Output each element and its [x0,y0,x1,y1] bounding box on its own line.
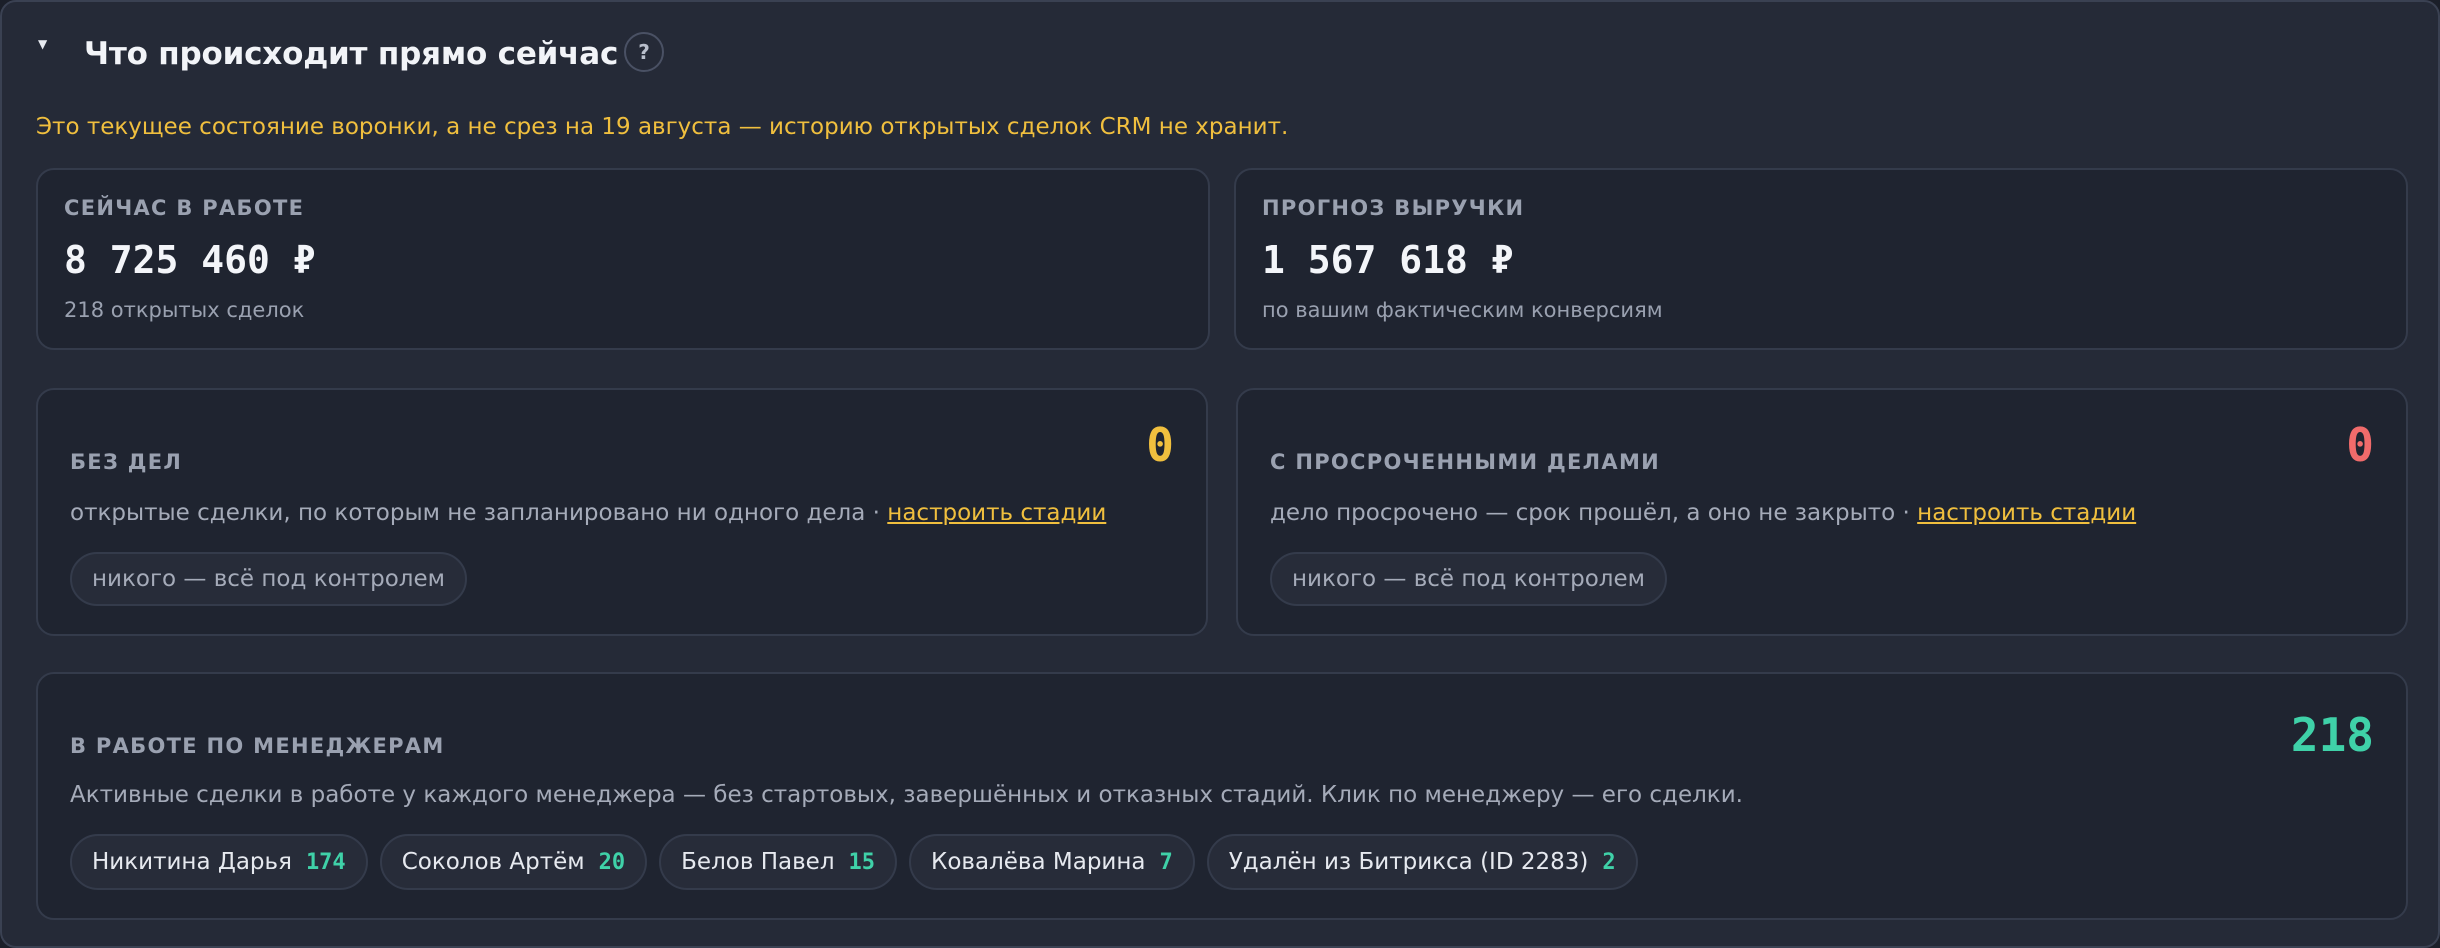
in-work-value: 8 725 460 ₽ [64,238,316,282]
manager-pill[interactable]: Никитина Дарья 174 [70,834,368,890]
managers-card: В работе по менеджерам 218 Активные сдел… [36,672,2408,920]
collapse-caret-icon[interactable]: ▼ [38,37,56,51]
no-tasks-desc-text: открытые сделки, по которым не запланиро… [70,500,880,526]
manager-count: 2 [1602,849,1616,875]
manager-pill[interactable]: Соколов Артём 20 [379,834,648,890]
manager-count: 7 [1159,849,1173,875]
overdue-status-pill: никого — всё под контролем [1270,552,1667,606]
in-work-label: Сейчас в работе [64,196,305,220]
manager-name: Белов Павел [681,849,835,875]
overdue-count: 0 [2346,418,2374,472]
manager-name: Удалён из Битрикса (ID 2283) [1228,849,1589,875]
in-work-card: Сейчас в работе 8 725 460 ₽ 218 открытых… [36,168,1210,350]
forecast-card: Прогноз выручки 1 567 618 ₽ по вашим фак… [1234,168,2408,350]
managers-total: 218 [2290,708,2374,762]
forecast-sub: по вашим фактическим конверсиям [1262,298,1663,322]
forecast-label: Прогноз выручки [1262,196,1525,220]
manager-pill[interactable]: Белов Павел 15 [659,834,898,890]
managers-list: Никитина Дарья 174 Соколов Артём 20 Бело… [70,834,1638,890]
panel-header[interactable]: ▼ Что происходит прямо сейчас [38,28,618,80]
manager-name: Соколов Артём [401,849,585,875]
overdue-card: С просроченными делами 0 дело просрочено… [1236,388,2408,636]
no-tasks-status-pill: никого — всё под контролем [70,552,467,606]
overdue-configure-link[interactable]: настроить стадии [1917,500,2136,526]
manager-count: 15 [848,849,876,875]
panel-title: Что происходит прямо сейчас [84,36,619,72]
manager-pill[interactable]: Удалён из Битрикса (ID 2283) 2 [1206,834,1638,890]
no-tasks-label: Без дел [70,450,183,474]
manager-name: Ковалёва Марина [931,849,1146,875]
no-tasks-description: открытые сделки, по которым не запланиро… [70,500,1106,526]
no-tasks-configure-link[interactable]: настроить стадии [887,500,1106,526]
managers-label: В работе по менеджерам [70,734,445,758]
manager-name: Никитина Дарья [92,849,292,875]
manager-count: 174 [305,849,346,875]
overdue-label: С просроченными делами [1270,450,1661,474]
manager-count: 20 [598,849,626,875]
overdue-description: дело просрочено — срок прошёл, а оно не … [1270,500,2136,526]
no-tasks-card: Без дел 0 открытые сделки, по которым не… [36,388,1208,636]
notice-text: Это текущее состояние воронки, а не срез… [36,114,1289,140]
no-tasks-count: 0 [1146,418,1174,472]
in-work-sub: 218 открытых сделок [64,298,305,322]
help-button[interactable]: ? [624,32,664,72]
manager-pill[interactable]: Ковалёва Марина 7 [909,834,1195,890]
managers-description: Активные сделки в работе у каждого менед… [70,782,1743,808]
forecast-value: 1 567 618 ₽ [1262,238,1514,282]
now-panel: ▼ Что происходит прямо сейчас ? Это теку… [0,0,2440,948]
overdue-desc-text: дело просрочено — срок прошёл, а оно не … [1270,500,1910,526]
